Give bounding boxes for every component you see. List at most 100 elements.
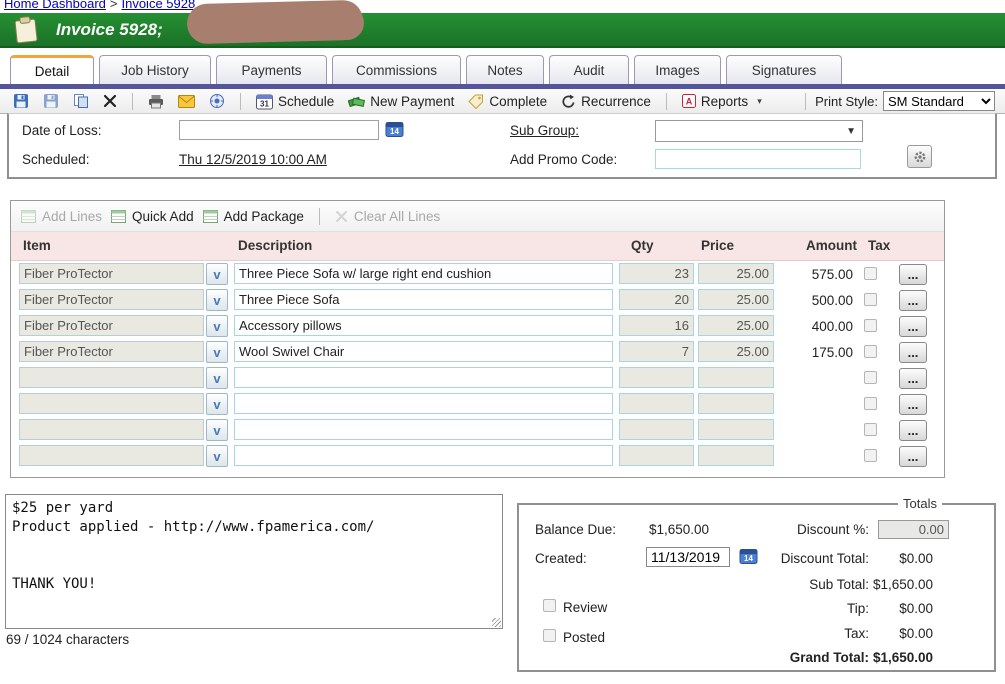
scheduled-date-link[interactable]: Thu 12/5/2019 10:00 AM: [179, 152, 327, 167]
discount-pct-input[interactable]: [878, 520, 949, 539]
more-options-button[interactable]: ...: [899, 446, 927, 467]
clear-all-lines-button[interactable]: Clear All Lines: [335, 209, 440, 224]
item-dropdown-button[interactable]: v: [206, 367, 228, 389]
review-checkbox[interactable]: [543, 599, 556, 612]
promo-apply-button[interactable]: [907, 145, 932, 168]
grand-total-value: $1,650.00: [871, 650, 933, 665]
qty-input[interactable]: [619, 341, 694, 362]
quick-add-button[interactable]: Quick Add: [111, 209, 194, 224]
tax-checkbox[interactable]: [864, 319, 877, 332]
more-options-button[interactable]: ...: [899, 420, 927, 441]
tab-job-history[interactable]: Job History: [99, 55, 211, 84]
item-input[interactable]: [19, 367, 204, 388]
item-input[interactable]: [19, 445, 204, 466]
sub-group-link[interactable]: Sub Group:: [510, 123, 579, 138]
tab-payments[interactable]: Payments: [216, 55, 327, 84]
price-input[interactable]: [698, 263, 774, 284]
print-button[interactable]: [145, 93, 167, 110]
save-button[interactable]: [10, 92, 32, 110]
more-options-button[interactable]: ...: [899, 368, 927, 389]
description-input[interactable]: [234, 393, 613, 414]
more-options-button[interactable]: ...: [899, 290, 927, 311]
qty-input[interactable]: [619, 315, 694, 336]
tax-checkbox[interactable]: [864, 345, 877, 358]
price-input[interactable]: [698, 445, 774, 466]
item-dropdown-button[interactable]: v: [206, 315, 228, 337]
item-input[interactable]: [19, 393, 204, 414]
invoice-notes-textarea[interactable]: $25 per yard Product applied - http://ww…: [5, 494, 503, 629]
qty-input[interactable]: [619, 419, 694, 440]
breadcrumb-home-link[interactable]: Home Dashboard: [4, 0, 106, 11]
tab-commissions[interactable]: Commissions: [332, 55, 461, 84]
date-of-loss-input[interactable]: [179, 120, 379, 140]
complete-button[interactable]: Complete: [465, 93, 550, 110]
redaction-scribble: [300, 6, 364, 40]
reports-button[interactable]: A Reports ▾: [679, 93, 765, 110]
price-input[interactable]: [698, 393, 774, 414]
tab-signatures[interactable]: Signatures: [726, 55, 842, 84]
tax-checkbox[interactable]: [864, 293, 877, 306]
tax-checkbox[interactable]: [864, 397, 877, 410]
tax-checkbox[interactable]: [864, 371, 877, 384]
breadcrumb-current-link[interactable]: Invoice 5928: [121, 0, 195, 11]
item-dropdown-button[interactable]: v: [206, 341, 228, 363]
copy-button[interactable]: [70, 92, 92, 110]
print-style-select[interactable]: SM Standard: [883, 91, 995, 111]
description-input[interactable]: [234, 419, 613, 440]
price-input[interactable]: [698, 315, 774, 336]
price-input[interactable]: [698, 419, 774, 440]
tax-checkbox[interactable]: [864, 449, 877, 462]
more-options-button[interactable]: ...: [899, 264, 927, 285]
save-close-button[interactable]: [40, 92, 62, 110]
schedule-button[interactable]: 31 Schedule: [253, 92, 337, 111]
description-input[interactable]: [234, 367, 613, 388]
sub-group-select[interactable]: ▼: [655, 120, 863, 142]
item-input[interactable]: [19, 341, 204, 362]
price-input[interactable]: [698, 341, 774, 362]
promo-code-input[interactable]: [655, 149, 861, 169]
delete-button[interactable]: [100, 93, 120, 109]
totals-panel: Totals Balance Due: $1,650.00 Discount %…: [517, 503, 996, 672]
tab-notes[interactable]: Notes: [466, 55, 544, 84]
item-input[interactable]: [19, 289, 204, 310]
tab-images[interactable]: Images: [634, 55, 721, 84]
price-input[interactable]: [698, 367, 774, 388]
tax-checkbox[interactable]: [864, 423, 877, 436]
more-options-button[interactable]: ...: [899, 316, 927, 337]
description-input[interactable]: [234, 263, 613, 284]
tax-checkbox[interactable]: [864, 267, 877, 280]
item-dropdown-button[interactable]: v: [206, 289, 228, 311]
description-input[interactable]: [234, 315, 613, 336]
description-input[interactable]: [234, 289, 613, 310]
new-payment-button[interactable]: New Payment: [345, 93, 457, 110]
more-options-button[interactable]: ...: [899, 394, 927, 415]
email-button[interactable]: [175, 94, 198, 109]
item-dropdown-button[interactable]: v: [206, 419, 228, 441]
item-input[interactable]: [19, 263, 204, 284]
item-dropdown-button[interactable]: v: [206, 445, 228, 467]
item-input[interactable]: [19, 315, 204, 336]
gear-icon: [913, 150, 927, 164]
qty-input[interactable]: [619, 263, 694, 284]
tab-detail[interactable]: Detail: [10, 55, 94, 84]
toolbar-separator: [132, 93, 133, 110]
recurrence-button[interactable]: Recurrence: [558, 93, 654, 110]
posted-checkbox[interactable]: [543, 629, 556, 642]
item-dropdown-button[interactable]: v: [206, 393, 228, 415]
qty-input[interactable]: [619, 393, 694, 414]
description-input[interactable]: [234, 445, 613, 466]
more-options-button[interactable]: ...: [899, 342, 927, 363]
qty-input[interactable]: [619, 367, 694, 388]
qty-input[interactable]: [619, 289, 694, 310]
qty-input[interactable]: [619, 445, 694, 466]
price-input[interactable]: [698, 289, 774, 310]
tab-audit[interactable]: Audit: [549, 55, 629, 84]
add-package-button[interactable]: Add Package: [203, 209, 304, 224]
add-lines-button[interactable]: Add Lines: [21, 209, 102, 224]
resize-handle[interactable]: [492, 618, 501, 627]
item-dropdown-button[interactable]: v: [206, 263, 228, 285]
item-input[interactable]: [19, 419, 204, 440]
target-button[interactable]: [206, 92, 228, 110]
calendar-icon[interactable]: 14: [385, 120, 404, 138]
description-input[interactable]: [234, 341, 613, 362]
